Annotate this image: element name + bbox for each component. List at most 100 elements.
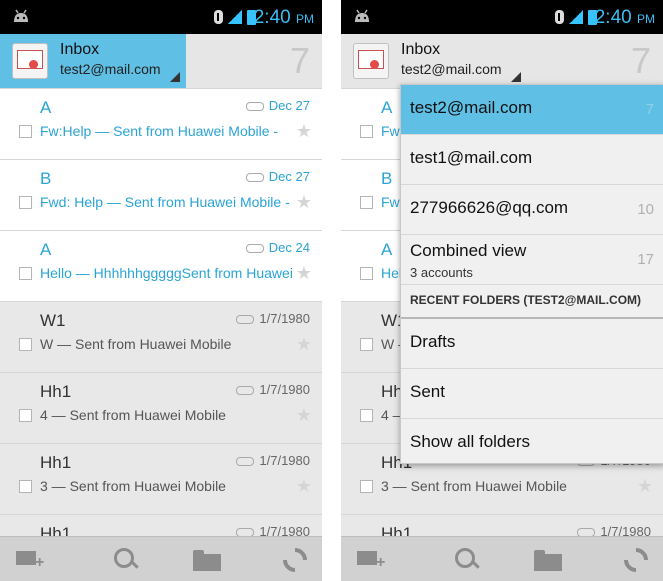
- account-item[interactable]: 277966626@qq.com 10: [401, 185, 663, 235]
- action-bar: Inbox test2@mail.com 7: [341, 34, 663, 89]
- message-date-text: 1/7/1980: [259, 311, 310, 326]
- star-icon[interactable]: ★: [296, 476, 312, 497]
- select-checkbox[interactable]: [360, 125, 373, 138]
- compose-icon[interactable]: [16, 546, 44, 572]
- clock: 2:40 PM: [594, 7, 655, 28]
- folder-title: Inbox: [401, 41, 441, 58]
- select-checkbox[interactable]: [19, 409, 32, 422]
- label-icon: [236, 457, 255, 467]
- message-row[interactable]: W1 1/7/1980 W — Sent from Huawei Mobile ★: [0, 302, 322, 373]
- message-row[interactable]: Hh1 1/7/1980 3 — Sent from Huawei Mobile ★: [0, 444, 322, 515]
- message-row[interactable]: A Dec 24 Hello — HhhhhhgggggSent from Huaw…: [0, 231, 322, 302]
- android-icon: [355, 9, 369, 22]
- select-checkbox[interactable]: [19, 196, 32, 209]
- message-date: Dec 27: [245, 169, 310, 184]
- show-all-folders-item[interactable]: Show all folders: [401, 419, 663, 468]
- message-date-text: Dec 27: [268, 98, 310, 113]
- compose-icon[interactable]: [357, 546, 385, 572]
- folder-title: Inbox: [60, 41, 100, 58]
- message-date: 1/7/1980: [236, 382, 310, 397]
- recent-folders-header: RECENT FOLDERS (TEST2@MAIL.COM): [401, 285, 663, 319]
- dropdown-triangle-icon: [511, 72, 521, 82]
- select-checkbox[interactable]: [19, 480, 32, 493]
- bluetooth-icon: [214, 10, 223, 24]
- account-count: 7: [645, 101, 654, 118]
- account-email: test2@mail.com: [60, 61, 161, 77]
- label-icon: [236, 386, 255, 396]
- message-subject: W — Sent from Huawei Mobile: [40, 336, 232, 352]
- clock: 2:40 PM: [253, 7, 314, 28]
- refresh-icon[interactable]: [281, 546, 309, 572]
- select-checkbox[interactable]: [19, 267, 32, 280]
- combined-view-label: Combined view: [410, 241, 527, 260]
- star-icon[interactable]: ★: [296, 405, 312, 426]
- message-subject: Fw:Help — Sent from Huawei Mobile -: [40, 123, 279, 139]
- android-icon: [14, 9, 28, 22]
- account-item[interactable]: test1@mail.com: [401, 135, 663, 185]
- status-bar: 2:40 PM: [0, 0, 322, 34]
- message-subject: 4 — Sent from Huawei Mobile: [40, 407, 226, 423]
- message-date: Dec 27: [245, 98, 310, 113]
- star-icon[interactable]: ★: [296, 192, 312, 213]
- signal-icon: [569, 10, 583, 24]
- message-subject: Fwd: Help — Sent from Huawei Mobile -: [40, 194, 290, 210]
- select-checkbox[interactable]: [360, 338, 373, 351]
- account-switcher[interactable]: Inbox test2@mail.com: [341, 34, 527, 88]
- account-email: 277966626@qq.com: [410, 198, 569, 217]
- message-row[interactable]: A Dec 27 Fw:Help — Sent from Huawei Mobile…: [0, 89, 322, 160]
- bottom-toolbar: [341, 536, 663, 581]
- label-icon: [245, 244, 264, 254]
- account-count: 10: [637, 201, 654, 218]
- action-bar: Inbox test2@mail.com 7: [0, 34, 322, 89]
- select-checkbox[interactable]: [19, 338, 32, 351]
- message-subject: 3 — Sent from Huawei Mobile: [381, 478, 567, 494]
- message-date: 1/7/1980: [236, 311, 310, 326]
- star-icon[interactable]: ★: [296, 334, 312, 355]
- message-row[interactable]: B Dec 27 Fwd: Help — Sent from Huawei Mobi…: [0, 160, 322, 231]
- star-icon[interactable]: ★: [637, 476, 653, 497]
- account-email: test1@mail.com: [410, 148, 533, 167]
- mail-icon: [12, 43, 48, 79]
- status-bar: 2:40 PM: [341, 0, 663, 34]
- label-icon: [245, 102, 264, 112]
- account-email: test2@mail.com: [410, 98, 533, 117]
- screen-inbox: 2:40 PM Inbox test2@mail.com 7 A Dec 27 Fw…: [0, 0, 322, 581]
- folder-icon[interactable]: [534, 546, 562, 572]
- message-sender: Hh1: [40, 382, 72, 401]
- folder-icon[interactable]: [193, 546, 221, 572]
- combined-view-count: 17: [637, 251, 654, 268]
- select-checkbox[interactable]: [360, 409, 373, 422]
- search-icon[interactable]: [112, 546, 140, 572]
- refresh-icon[interactable]: [622, 546, 650, 572]
- account-dropdown: test2@mail.com 7 test1@mail.com 27796662…: [400, 84, 663, 464]
- message-sender: A: [381, 240, 393, 259]
- search-icon[interactable]: [453, 546, 481, 572]
- message-date-text: 1/7/1980: [259, 382, 310, 397]
- star-icon[interactable]: ★: [296, 263, 312, 284]
- select-checkbox[interactable]: [360, 480, 373, 493]
- account-switcher[interactable]: Inbox test2@mail.com: [0, 34, 186, 88]
- message-date-text: Dec 27: [268, 169, 310, 184]
- account-item[interactable]: test2@mail.com 7: [401, 85, 663, 135]
- label-icon: [236, 315, 255, 325]
- folder-item-sent[interactable]: Sent: [401, 369, 663, 419]
- message-row[interactable]: Hh1 1/7/1980 4 — Sent from Huawei Mobile ★: [0, 373, 322, 444]
- mail-icon: [353, 43, 389, 79]
- message-sender: B: [40, 169, 52, 188]
- message-date-text: 1/7/1980: [259, 453, 310, 468]
- folder-item-drafts[interactable]: Drafts: [401, 319, 663, 369]
- select-checkbox[interactable]: [19, 125, 32, 138]
- message-date: 1/7/1980: [236, 453, 310, 468]
- message-subject: Hello — HhhhhhgggggSent from Huawei: [40, 265, 293, 281]
- message-sender: A: [40, 240, 52, 259]
- message-list: A Dec 27 Fw:Help — Sent from Huawei Mobile…: [0, 89, 322, 581]
- unread-count: 7: [289, 40, 310, 81]
- star-icon[interactable]: ★: [296, 121, 312, 142]
- select-checkbox[interactable]: [360, 267, 373, 280]
- bottom-toolbar: [0, 536, 322, 581]
- select-checkbox[interactable]: [360, 196, 373, 209]
- unread-count: 7: [630, 40, 651, 81]
- message-sender: Hh1: [40, 453, 72, 472]
- combined-view-item[interactable]: Combined view 3 accounts 17: [401, 235, 663, 285]
- message-sender: A: [381, 98, 393, 117]
